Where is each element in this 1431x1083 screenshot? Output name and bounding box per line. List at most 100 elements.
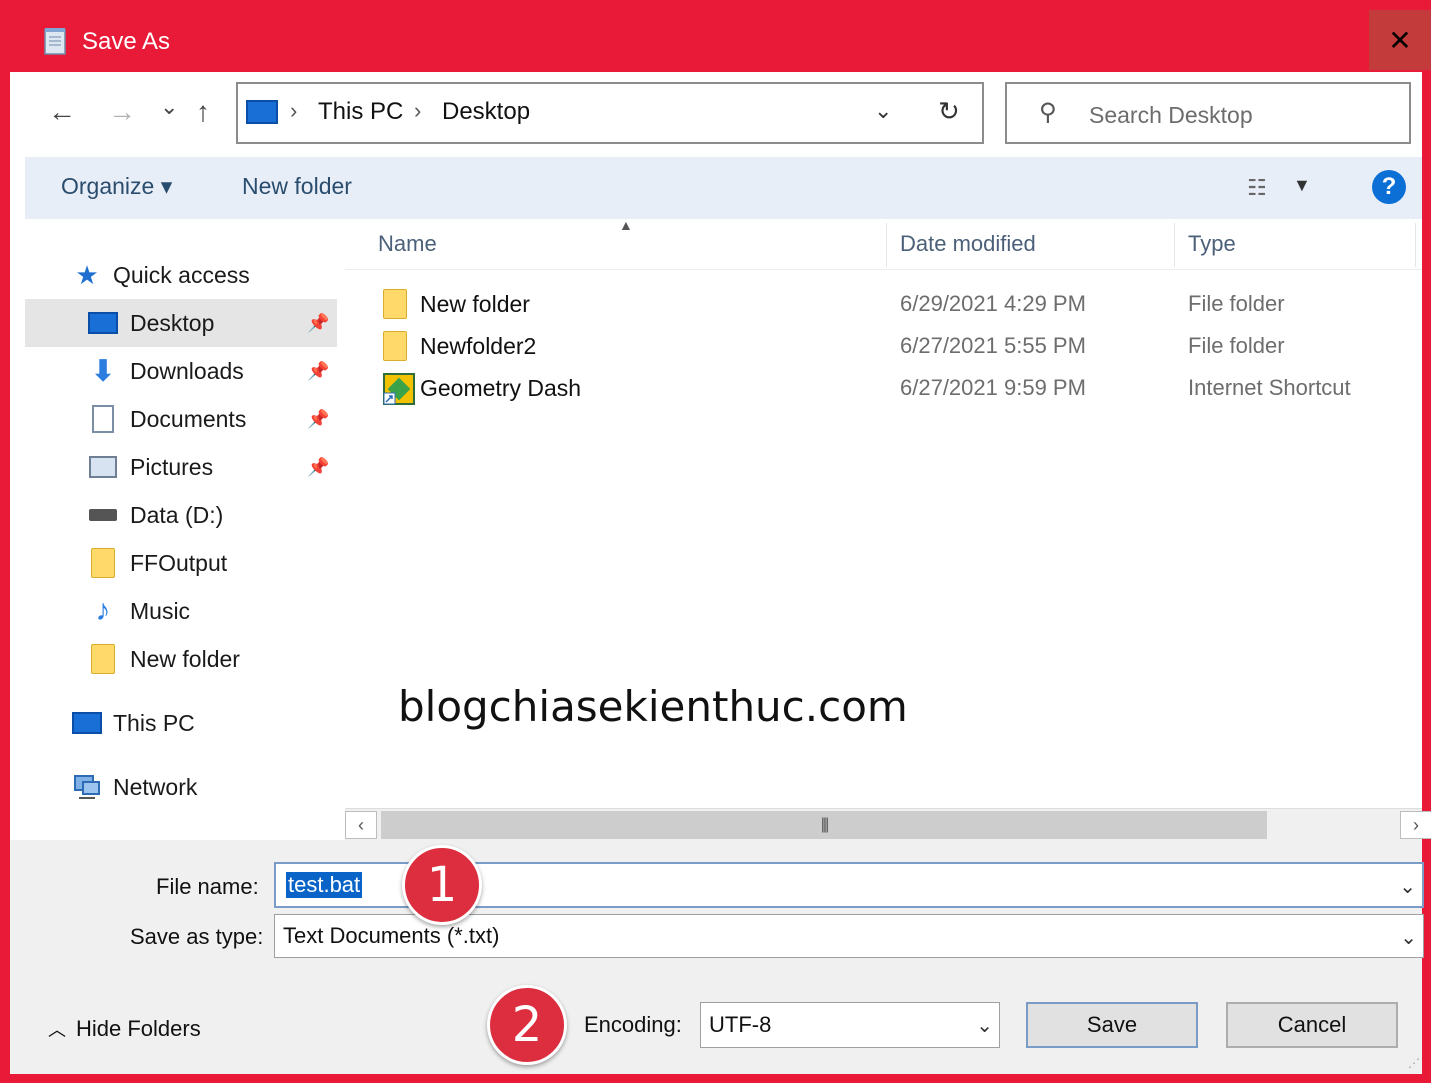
chevron-down-icon[interactable]: ⌄ [1400, 925, 1417, 950]
file-date: 6/27/2021 9:59 PM [900, 375, 1086, 400]
notepad-icon [40, 26, 70, 56]
chevron-down-icon[interactable]: ⌄ [1399, 874, 1416, 899]
forward-arrow-icon[interactable]: → [108, 96, 136, 128]
encoding-value: UTF-8 [709, 1012, 772, 1037]
sidebar-item-label: Desktop [130, 309, 215, 336]
scroll-left-icon[interactable]: ‹ [345, 811, 377, 839]
sidebar-item-downloads[interactable]: ⬇ Downloads 📌 [25, 347, 337, 395]
save-as-type-value: Text Documents (*.txt) [283, 923, 500, 948]
folder-icon [87, 547, 119, 579]
sidebar-item-label: Data (D:) [130, 501, 224, 528]
hide-folders-button[interactable]: ︿ Hide Folders [48, 1016, 201, 1042]
sidebar-item-label: Downloads [130, 357, 244, 384]
desktop-icon [87, 307, 119, 339]
table-row[interactable]: Newfolder2 6/27/2021 5:55 PM File folder [345, 325, 1422, 367]
pin-icon[interactable]: 📌 [307, 313, 329, 334]
sidebar-item-ffoutput[interactable]: FFOutput [25, 539, 337, 587]
save-button[interactable]: Save [1026, 1002, 1198, 1048]
breadcrumb-chevron-icon: › [290, 98, 298, 123]
hide-folders-label: Hide Folders [76, 1016, 201, 1041]
folder-icon [383, 289, 411, 321]
breadcrumb-this-pc[interactable]: This PC [318, 98, 403, 126]
this-pc-icon [246, 100, 278, 124]
resize-grip-icon[interactable]: ⋰ [1408, 1056, 1420, 1070]
recent-locations-chevron-icon[interactable]: ⌄ [160, 94, 178, 120]
sidebar-item-this-pc[interactable]: This PC [25, 699, 337, 747]
file-name: Newfolder2 [420, 333, 537, 359]
refresh-icon[interactable]: ↻ [938, 96, 960, 127]
column-divider[interactable] [886, 223, 887, 267]
sort-ascending-icon: ▲ [619, 217, 633, 233]
folder-icon [87, 643, 119, 675]
annotation-badge-1: 1 [402, 845, 482, 925]
search-box[interactable]: ⚲ Search Desktop [1005, 82, 1411, 144]
sidebar-item-label: New folder [130, 645, 240, 672]
folder-icon [383, 331, 411, 363]
drive-icon [87, 499, 119, 531]
column-header-type[interactable]: Type [1188, 231, 1236, 257]
network-icon [71, 771, 103, 803]
pin-icon[interactable]: 📌 [307, 409, 329, 430]
up-arrow-icon[interactable]: ↑ [196, 96, 210, 128]
back-arrow-icon[interactable]: ← [48, 96, 76, 128]
scrollbar-thumb[interactable]: ||| [381, 811, 1267, 839]
file-type: File folder [1188, 291, 1285, 316]
column-header-name[interactable]: Name [378, 231, 437, 257]
pin-icon[interactable]: 📌 [307, 361, 329, 382]
encoding-label: Encoding: [584, 1012, 682, 1037]
sidebar-item-music[interactable]: ♪ Music [25, 587, 337, 635]
annotation-badge-2: 2 [487, 985, 567, 1065]
organize-menu-button[interactable]: Organize ▾ [61, 173, 172, 200]
star-icon: ★ [75, 259, 99, 290]
close-button[interactable]: ✕ [1369, 10, 1431, 70]
sidebar-item-label: Music [130, 597, 191, 624]
sidebar-item-pictures[interactable]: Pictures 📌 [25, 443, 337, 491]
column-divider[interactable] [1174, 223, 1175, 267]
breadcrumb-desktop[interactable]: Desktop [442, 98, 530, 126]
encoding-select[interactable]: UTF-8 ⌄ [700, 1002, 1000, 1048]
search-icon: ⚲ [1039, 99, 1057, 126]
sidebar-item-new-folder[interactable]: New folder [25, 635, 337, 683]
column-header-date-modified[interactable]: Date modified [900, 231, 1036, 257]
download-icon: ⬇ [90, 354, 116, 388]
sidebar-item-documents[interactable]: Documents 📌 [25, 395, 337, 443]
help-icon[interactable]: ? [1372, 170, 1406, 204]
save-as-type-label: Save as type: [130, 924, 264, 949]
sidebar-item-network[interactable]: Network [25, 763, 337, 811]
documents-icon [87, 403, 119, 435]
chevron-down-icon[interactable]: ⌄ [976, 1013, 993, 1038]
column-divider[interactable] [1415, 223, 1416, 267]
watermark-text: blogchiasekienthuc.com [398, 682, 908, 731]
this-pc-icon [71, 707, 103, 739]
title-bar: Save As ✕ [0, 0, 1431, 72]
file-date: 6/29/2021 4:29 PM [900, 291, 1086, 316]
file-name-value[interactable]: test.bat [286, 872, 363, 898]
sidebar-item-label: FFOutput [130, 549, 228, 576]
address-dropdown-chevron-icon[interactable]: ⌄ [874, 98, 892, 124]
save-as-dialog: Save As ✕ ← → ⌄ ↑ › This PC › Desktop ⌄ … [0, 0, 1431, 1083]
search-input[interactable]: Search Desktop [1089, 102, 1253, 129]
sidebar-item-label: Quick access [113, 261, 250, 288]
save-options-panel: File name: test.bat ⌄ Save as type: Text… [10, 840, 1424, 1074]
sidebar-item-desktop[interactable]: Desktop 📌 [25, 299, 337, 347]
pin-icon[interactable]: 📌 [307, 457, 329, 478]
table-row[interactable]: Geometry Dash 6/27/2021 9:59 PM Internet… [345, 367, 1422, 409]
table-row[interactable]: New folder 6/29/2021 4:29 PM File folder [345, 283, 1422, 325]
view-options-icon[interactable]: ☷ [1247, 175, 1267, 201]
horizontal-scrollbar[interactable]: ‹ ||| › [345, 808, 1431, 840]
cancel-button[interactable]: Cancel [1226, 1002, 1398, 1048]
file-name-label: File name: [156, 874, 259, 899]
window-title: Save As [82, 28, 171, 55]
sidebar-item-label: Pictures [130, 453, 214, 480]
navigation-pane: ★ Quick access Desktop 📌 ⬇ Downloads 📌 D… [25, 219, 341, 839]
file-name: New folder [420, 291, 530, 317]
music-icon: ♪ [95, 594, 111, 627]
sidebar-item-data-drive[interactable]: Data (D:) [25, 491, 337, 539]
chevron-up-icon: ︿ [48, 1020, 66, 1040]
sidebar-item-quick-access[interactable]: ★ Quick access [25, 251, 337, 299]
scroll-right-icon[interactable]: › [1400, 811, 1431, 839]
sidebar-item-label: Documents [130, 405, 247, 432]
new-folder-button[interactable]: New folder [242, 173, 352, 200]
view-dropdown-chevron-icon[interactable]: ▼ [1293, 175, 1311, 196]
address-bar[interactable]: › This PC › Desktop ⌄ ↻ [236, 82, 984, 144]
